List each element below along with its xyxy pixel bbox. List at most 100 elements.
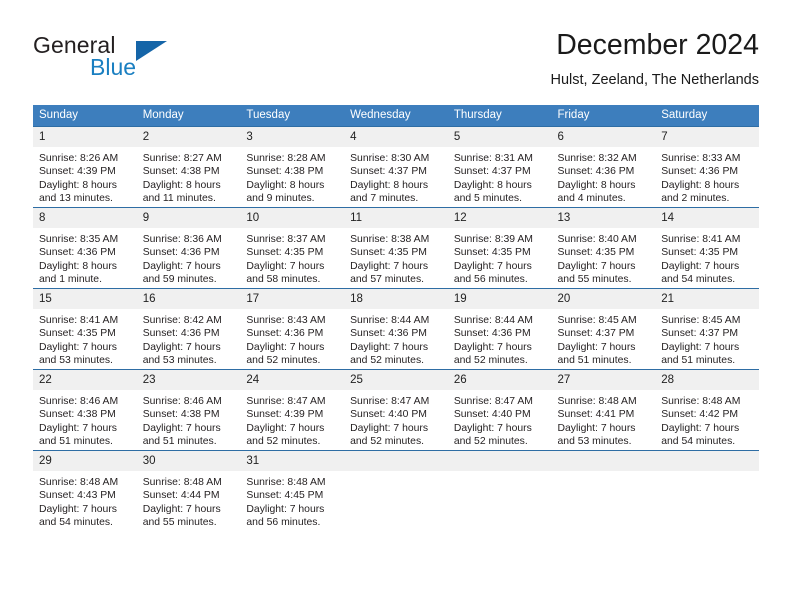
sunrise-text: Sunrise: 8:42 AM <box>142 315 222 326</box>
triangle-flag-icon <box>136 41 167 61</box>
calendar-day-cell[interactable]: 23 Sunrise: 8:46 AM Sunset: 4:38 PM Dayligh… <box>136 369 241 451</box>
daylight-text-line2: and 4 minutes. <box>557 193 626 205</box>
daylight-text-line1: Daylight: 7 hours <box>350 341 429 353</box>
sunset-text: Sunset: 4:40 PM <box>350 409 427 421</box>
calendar-day-cell[interactable]: 29 Sunrise: 8:48 AM Sunset: 4:43 PM Dayligh… <box>33 450 137 531</box>
day-details: Sunrise: 8:32 AM Sunset: 4:36 PM Daylight:… <box>552 147 656 206</box>
daylight-text-line1: Daylight: 7 hours <box>246 422 325 434</box>
sunrise-text: Sunrise: 8:44 AM <box>453 315 533 326</box>
sunset-text: Sunset: 4:35 PM <box>453 247 531 259</box>
day-number: 1 <box>33 127 137 147</box>
sunrise-text: Sunrise: 8:48 AM <box>39 477 119 488</box>
sunset-text: Sunset: 4:37 PM <box>661 328 739 340</box>
calendar-day-cell[interactable]: 24 Sunrise: 8:47 AM Sunset: 4:39 PM Dayligh… <box>240 369 345 451</box>
day-details: Sunrise: 8:31 AM Sunset: 4:37 PM Daylight:… <box>448 147 552 206</box>
calendar-day-cell[interactable]: 14 Sunrise: 8:41 AM Sunset: 4:35 PM Dayligh… <box>655 207 759 289</box>
calendar-day-cell[interactable]: 7 Sunrise: 8:33 AM Sunset: 4:36 PM Daylight… <box>655 126 759 208</box>
day-number: 18 <box>344 289 448 309</box>
daylight-text-line2: and 56 minutes. <box>246 517 321 529</box>
sunset-text: Sunset: 4:38 PM <box>246 166 324 178</box>
day-details: Sunrise: 8:30 AM Sunset: 4:37 PM Daylight:… <box>344 147 448 206</box>
calendar-day-cell[interactable]: 6 Sunrise: 8:32 AM Sunset: 4:36 PM Daylight… <box>551 126 656 208</box>
calendar-day-cell[interactable]: 12 Sunrise: 8:39 AM Sunset: 4:35 PM Dayligh… <box>447 207 552 289</box>
day-number: 12 <box>447 208 552 228</box>
calendar-day-cell[interactable]: 2 Sunrise: 8:27 AM Sunset: 4:38 PM Daylight… <box>136 126 241 208</box>
calendar-day-cell-empty <box>655 450 759 531</box>
daylight-text-line1: Daylight: 7 hours <box>39 422 117 434</box>
daylight-text-line2: and 54 minutes. <box>39 517 113 529</box>
daylight-text-line2: and 53 minutes. <box>39 355 113 367</box>
calendar-day-cell[interactable]: 25 Sunrise: 8:47 AM Sunset: 4:40 PM Dayligh… <box>344 369 448 451</box>
daylight-text-line2: and 55 minutes. <box>557 274 632 286</box>
day-details: Sunrise: 8:46 AM Sunset: 4:38 PM Daylight:… <box>33 390 137 449</box>
calendar-day-cell[interactable]: 22 Sunrise: 8:46 AM Sunset: 4:38 PM Dayligh… <box>33 369 137 451</box>
sunrise-text: Sunrise: 8:38 AM <box>350 234 430 245</box>
calendar-body: 1 Sunrise: 8:26 AM Sunset: 4:39 PM Daylight… <box>33 126 759 531</box>
sunset-text: Sunset: 4:37 PM <box>350 166 427 178</box>
calendar-day-cell[interactable]: 8 Sunrise: 8:35 AM Sunset: 4:36 PM Daylight… <box>33 207 137 289</box>
calendar-day-cell[interactable]: 17 Sunrise: 8:43 AM Sunset: 4:36 PM Dayligh… <box>240 288 345 370</box>
day-details: Sunrise: 8:35 AM Sunset: 4:36 PM Daylight:… <box>33 228 137 287</box>
sunrise-text: Sunrise: 8:41 AM <box>661 234 741 245</box>
day-number: 24 <box>240 370 345 390</box>
calendar-day-cell[interactable]: 28 Sunrise: 8:48 AM Sunset: 4:42 PM Dayligh… <box>655 369 759 451</box>
sunrise-text: Sunrise: 8:35 AM <box>39 234 119 245</box>
daylight-text-line2: and 54 minutes. <box>661 436 736 448</box>
calendar-day-cell[interactable]: 9 Sunrise: 8:36 AM Sunset: 4:36 PM Daylight… <box>136 207 241 289</box>
calendar-day-cell[interactable]: 3 Sunrise: 8:28 AM Sunset: 4:38 PM Daylight… <box>240 126 345 208</box>
day-details: Sunrise: 8:46 AM Sunset: 4:38 PM Daylight:… <box>137 390 241 449</box>
calendar-day-cell[interactable]: 31 Sunrise: 8:48 AM Sunset: 4:45 PM Dayligh… <box>240 450 345 531</box>
day-details: Sunrise: 8:37 AM Sunset: 4:35 PM Daylight:… <box>240 228 344 287</box>
day-details: Sunrise: 8:43 AM Sunset: 4:36 PM Daylight:… <box>240 309 344 368</box>
calendar-day-cell[interactable]: 18 Sunrise: 8:44 AM Sunset: 4:36 PM Dayligh… <box>344 288 448 370</box>
calendar-week-row: 1 Sunrise: 8:26 AM Sunset: 4:39 PM Daylight… <box>33 126 759 208</box>
weekday-header-friday: Friday <box>551 105 656 127</box>
calendar-day-cell[interactable]: 20 Sunrise: 8:45 AM Sunset: 4:37 PM Dayligh… <box>551 288 656 370</box>
calendar-day-cell[interactable]: 16 Sunrise: 8:42 AM Sunset: 4:36 PM Dayligh… <box>136 288 241 370</box>
page-title: December 2024 <box>556 29 759 61</box>
day-number <box>447 451 552 471</box>
calendar-week-row: 22 Sunrise: 8:46 AM Sunset: 4:38 PM Dayligh… <box>33 369 759 451</box>
daylight-text-line1: Daylight: 7 hours <box>350 422 429 434</box>
weekday-header-tuesday: Tuesday <box>240 105 345 127</box>
day-number <box>655 451 759 471</box>
day-number: 13 <box>551 208 656 228</box>
daylight-text-line2: and 51 minutes. <box>557 355 632 367</box>
sunrise-text: Sunrise: 8:32 AM <box>557 153 637 164</box>
calendar-day-cell-empty <box>344 450 448 531</box>
sunrise-text: Sunrise: 8:41 AM <box>39 315 119 326</box>
brand-logo[interactable]: General Blue <box>33 32 263 88</box>
sunset-text: Sunset: 4:36 PM <box>142 247 220 259</box>
day-number: 16 <box>136 289 241 309</box>
day-number <box>344 451 448 471</box>
day-number: 22 <box>33 370 137 390</box>
day-number: 31 <box>240 451 345 471</box>
calendar-week-row: 15 Sunrise: 8:41 AM Sunset: 4:35 PM Dayligh… <box>33 288 759 370</box>
daylight-text-line2: and 52 minutes. <box>350 355 425 367</box>
daylight-text-line1: Daylight: 7 hours <box>661 260 740 272</box>
day-details: Sunrise: 8:48 AM Sunset: 4:43 PM Daylight:… <box>33 471 137 530</box>
daylight-text-line1: Daylight: 8 hours <box>142 179 221 191</box>
calendar-day-cell[interactable]: 27 Sunrise: 8:48 AM Sunset: 4:41 PM Dayligh… <box>551 369 656 451</box>
calendar-day-cell[interactable]: 15 Sunrise: 8:41 AM Sunset: 4:35 PM Dayligh… <box>33 288 137 370</box>
calendar-day-cell[interactable]: 10 Sunrise: 8:37 AM Sunset: 4:35 PM Dayligh… <box>240 207 345 289</box>
weekday-header-monday: Monday <box>136 105 241 127</box>
calendar-day-cell[interactable]: 13 Sunrise: 8:40 AM Sunset: 4:35 PM Dayligh… <box>551 207 656 289</box>
sunset-text: Sunset: 4:39 PM <box>39 166 116 178</box>
day-details: Sunrise: 8:38 AM Sunset: 4:35 PM Daylight:… <box>344 228 448 287</box>
calendar-day-cell[interactable]: 5 Sunrise: 8:31 AM Sunset: 4:37 PM Daylight… <box>447 126 552 208</box>
daylight-text-line1: Daylight: 7 hours <box>142 422 221 434</box>
daylight-text-line2: and 13 minutes. <box>39 193 113 205</box>
calendar-day-cell[interactable]: 4 Sunrise: 8:30 AM Sunset: 4:37 PM Daylight… <box>344 126 448 208</box>
calendar-day-cell[interactable]: 26 Sunrise: 8:47 AM Sunset: 4:40 PM Dayligh… <box>447 369 552 451</box>
day-number: 17 <box>240 289 345 309</box>
sunset-text: Sunset: 4:38 PM <box>142 409 220 421</box>
calendar-day-cell[interactable]: 30 Sunrise: 8:48 AM Sunset: 4:44 PM Dayligh… <box>136 450 241 531</box>
day-details: Sunrise: 8:26 AM Sunset: 4:39 PM Daylight:… <box>33 147 137 206</box>
calendar-day-cell[interactable]: 19 Sunrise: 8:44 AM Sunset: 4:36 PM Dayligh… <box>447 288 552 370</box>
calendar-day-cell[interactable]: 21 Sunrise: 8:45 AM Sunset: 4:37 PM Dayligh… <box>655 288 759 370</box>
calendar-day-cell[interactable]: 11 Sunrise: 8:38 AM Sunset: 4:35 PM Dayligh… <box>344 207 448 289</box>
calendar-day-cell[interactable]: 1 Sunrise: 8:26 AM Sunset: 4:39 PM Daylight… <box>33 126 137 208</box>
sunset-text: Sunset: 4:44 PM <box>142 490 220 502</box>
daylight-text-line2: and 9 minutes. <box>246 193 315 205</box>
